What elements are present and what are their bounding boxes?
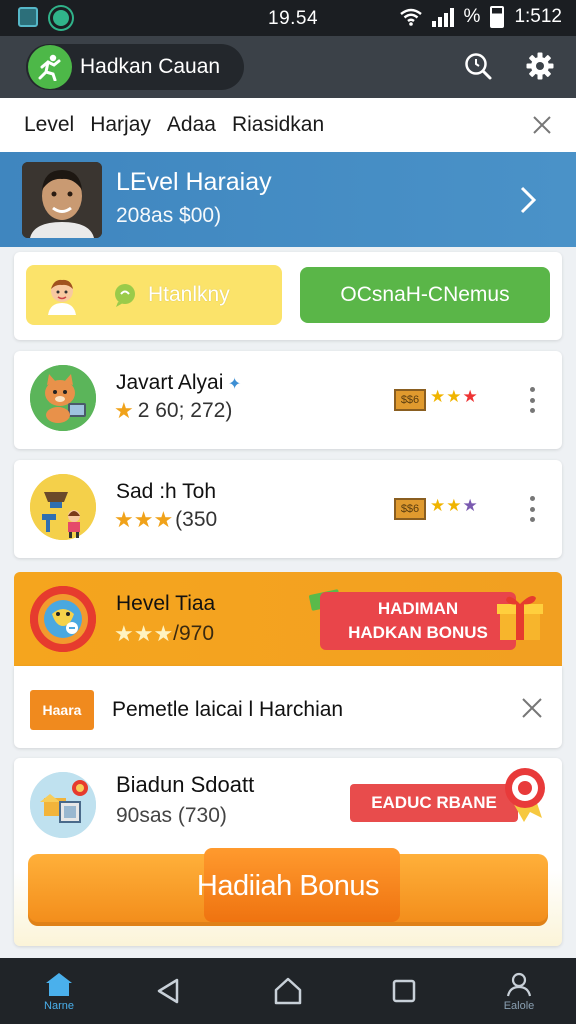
battery-percent: % [463,6,481,27]
app-bar: Hadkan Cauan [0,36,576,98]
nav-recents-button[interactable] [386,958,422,1024]
more-options-button[interactable] [528,496,536,522]
star-icon: ★★★ [114,507,174,532]
avatar [22,162,102,238]
app-notification-icon [50,7,72,29]
more-options-button[interactable] [528,387,536,413]
game-rating: ★★★ (350 [114,507,218,532]
nav-profile[interactable]: Ealole [496,958,542,1024]
app-brand[interactable]: Hadkan Cauan [26,44,244,90]
quick-actions-card: Htanlkny OCsnaH-CNemus [14,252,562,340]
rosette-badge-icon [505,768,545,822]
gift-icon [497,596,543,640]
cash-badge: $$6 [394,498,426,520]
search-button[interactable] [462,50,494,82]
hadkan-bonus-button[interactable]: HADIMAN HADKAN BONUS [320,592,516,650]
list-item[interactable]: Javart Alyai ✦ ★ 2 60; 272) $$6 ★★★ [14,351,562,449]
rating-stars-icon: ★★★ [430,387,479,406]
quick-action-right-label: OCsnaH-CNemus [340,283,510,306]
list-item[interactable]: Sad :h Toh ★★★ (350 $$6 ★★★ [14,460,562,558]
notice-logo: Haara [30,690,94,730]
gallery-icon [18,7,38,27]
star-icon: ★ [114,398,134,423]
signal-icon [431,7,454,27]
status-clock: 1:512 [514,6,562,27]
game-title: Sad :h Toh [116,480,217,503]
home-icon [46,972,72,996]
quick-action-left-label: Htanlkny [148,283,230,306]
cash-badge: $$6 [394,389,426,411]
notice-text: Pemetle laicai l Harchian [112,698,344,721]
nav-back-button[interactable] [150,958,186,1024]
tab-level[interactable]: Level [24,113,74,137]
bonus-card: Biadun Sdoatt 90sas (730) EADUC RBANE Ha… [14,758,562,946]
tab-adaa[interactable]: Adaa [167,113,216,137]
app-title: Hadkan Cauan [80,55,221,78]
quick-action-right-button[interactable]: OCsnaH-CNemus [300,267,550,323]
close-tabs-button[interactable] [528,111,556,139]
runner-logo-icon [28,45,72,89]
search-icon [465,53,492,80]
promo-banner[interactable]: Hevel Tiaa ★★★ /970 HADIMAN HADKAN BONUS [14,572,562,666]
quick-action-left-button[interactable]: Htanlkny [26,265,282,325]
notice-row[interactable]: Haara Pemetle laicai l Harchian [14,666,562,748]
chevron-right-icon [520,186,537,214]
bonus-title: Biadun Sdoatt [116,772,255,797]
promo-title: Hevel Tiaa [116,592,216,615]
close-icon[interactable] [520,696,544,720]
nav-home[interactable]: Narne [36,958,82,1024]
tab-riasidkan[interactable]: Riasidkan [232,113,324,137]
reward-tag-button[interactable]: EADUC RBANE [350,784,518,822]
tab-harjay[interactable]: Harjay [90,113,151,137]
game-title: Javart Alyai ✦ [116,371,242,394]
close-icon [533,116,551,134]
profile-balance: 208as $00) [116,204,222,227]
settings-button[interactable] [524,50,556,82]
battery-icon [490,6,505,28]
profile-name: LEvel Haraiay [116,168,272,196]
back-triangle-icon [157,978,179,1004]
wifi-icon [399,8,422,26]
profile-banner[interactable]: LEvel Haraiay 208as $00) [0,152,576,247]
home-outline-icon [274,977,302,1005]
rating-stars-icon: ★★★ [430,496,479,515]
status-time: 19.54 [268,8,319,29]
recents-square-icon [392,979,416,1003]
status-bar: 19.54 % 1:512 [0,0,576,36]
bottom-nav-bar: Narne Ealole [0,958,576,1024]
tab-bar: Level Harjay Adaa Riasidkan [0,98,576,152]
chat-bubble-icon [115,284,135,307]
treasure-box-icon [30,772,96,838]
painter-game-icon [30,474,96,540]
bonus-subtitle: 90sas (730) [116,804,227,827]
game-rating: ★ 2 60; 272) [114,398,233,423]
promo-rating: ★★★ /970 [114,621,215,646]
hadiah-bonus-button[interactable]: Hadiiah Bonus [28,848,548,926]
fox-game-icon [30,365,96,431]
kid-avatar-icon [48,279,76,315]
star-icon: ★★★ [114,621,174,646]
game-badge-icon [30,586,96,652]
gear-icon [526,52,554,80]
hadiah-bonus-label: Hadiiah Bonus [196,870,380,902]
nav-home-button[interactable] [268,958,308,1024]
user-icon [506,972,532,996]
puzzle-icon: ✦ [223,376,242,393]
